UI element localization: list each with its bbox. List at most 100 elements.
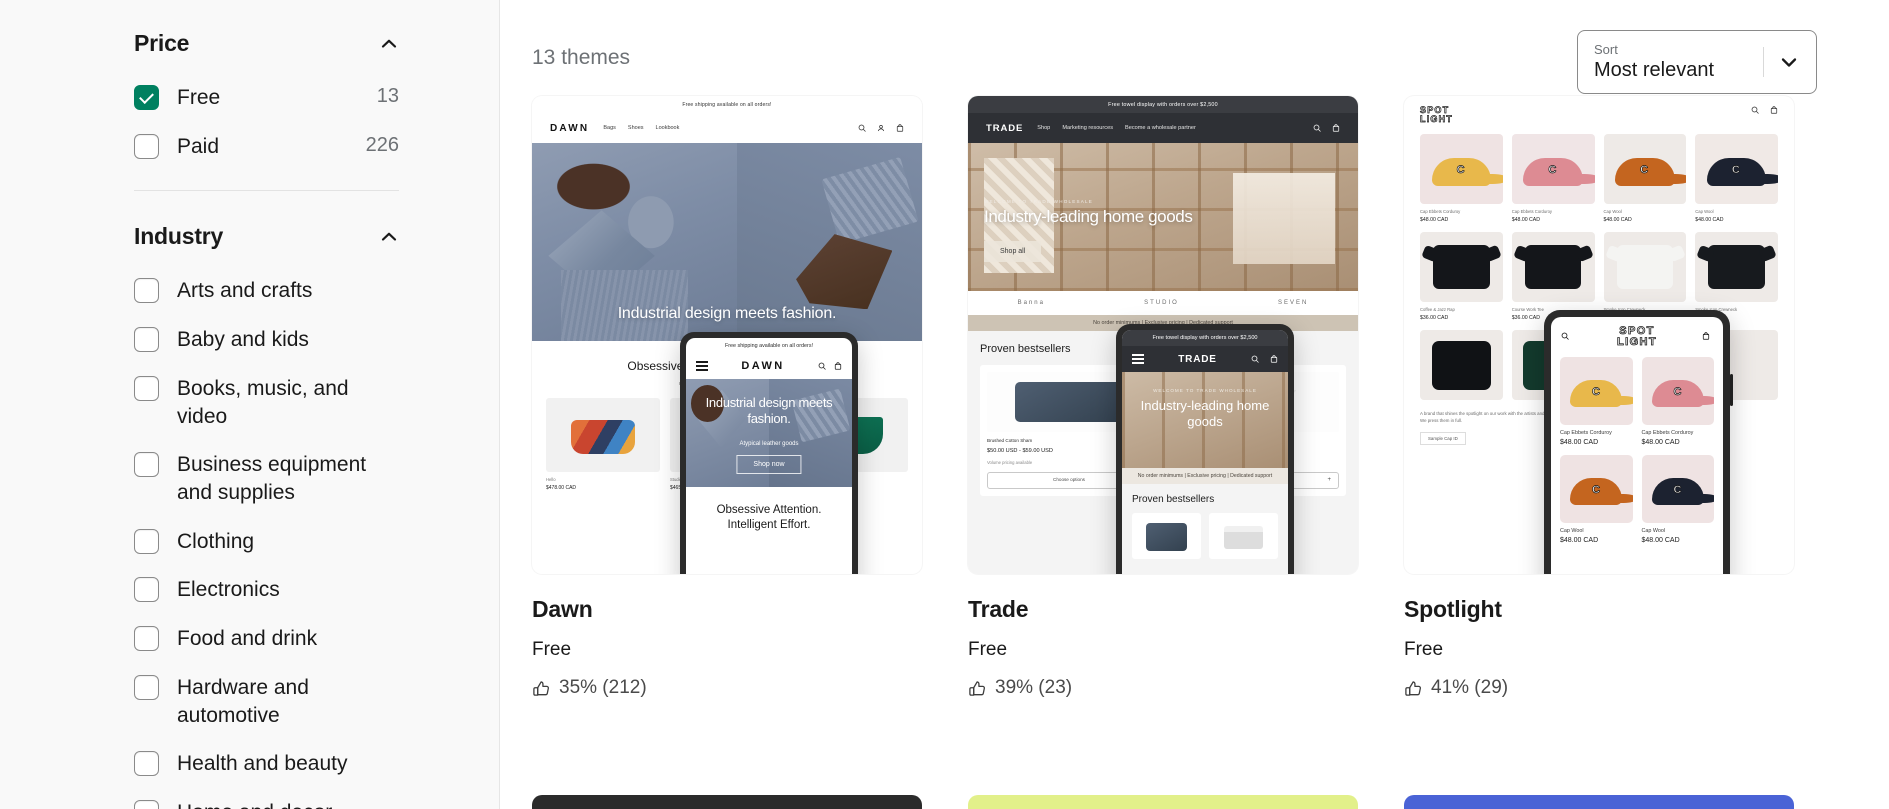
theme-preview-trade[interactable]: Free towel display with orders over $2,5…: [968, 96, 1358, 574]
spotlight-product-image: [1695, 232, 1778, 302]
cart-icon: [896, 124, 904, 132]
results-count: 13 themes: [532, 46, 631, 69]
filter-option-free[interactable]: Free 13: [134, 73, 399, 122]
filter-option-count: 226: [365, 133, 399, 156]
filter-option-clothing[interactable]: Clothing: [134, 517, 399, 566]
dawn-mobile-hero: Industrial design meets fashion. Atypica…: [686, 379, 852, 487]
results-header: 13 themes Sort Most relevant: [500, 0, 1889, 96]
spotlight-mobile-product-image: C: [1560, 357, 1633, 425]
spotlight-mobile-product: C Cap Ebbets Corduroy $48.00 CAD: [1641, 357, 1714, 446]
spotlight-navbar: SPOT LIGHT: [1404, 96, 1794, 134]
spotlight-mobile-product-image: C: [1641, 357, 1714, 425]
theme-card-peek[interactable]: [532, 795, 922, 809]
spotlight-product: C Cap Ebbets Corduroy $48.00 CAD: [1511, 134, 1595, 223]
filters-sidebar: Price Free 13 Paid 226 Industry Arts and…: [0, 0, 500, 809]
theme-price: Free: [1404, 639, 1444, 660]
theme-card-peek[interactable]: [968, 795, 1358, 809]
chevron-down-icon[interactable]: [1778, 51, 1800, 73]
spotlight-mobile-product: C Cap Wool $48.00 CAD: [1560, 455, 1633, 544]
chevron-up-icon[interactable]: [379, 227, 399, 247]
chevron-up-icon[interactable]: [379, 34, 399, 54]
theme-preview-spotlight[interactable]: SPOT LIGHT C Cap Ebbets Corduroy $48.00 …: [1404, 96, 1794, 574]
trade-mobile-announcement: Free towel display with orders over $2,5…: [1122, 330, 1288, 346]
spotlight-product: Smoke Icon Crewneck $72.00 CAD: [1603, 232, 1687, 321]
filter-option-label: Arts and crafts: [177, 279, 313, 303]
filter-option-baby-and-kids[interactable]: Baby and kids: [134, 315, 399, 364]
spotlight-mobile-grid: C Cap Ebbets Corduroy $48.00 CAD C Cap E…: [1551, 357, 1723, 544]
filter-header-industry[interactable]: Industry: [134, 217, 399, 266]
filter-option-electronics[interactable]: Electronics: [134, 565, 399, 614]
filter-option-label: Electronics: [177, 578, 280, 602]
results-area: 13 themes Sort Most relevant Free shippi…: [500, 0, 1889, 809]
filter-group-industry: Industry Arts and crafts Baby and kids B…: [134, 217, 399, 809]
sort-label: Sort: [1594, 41, 1618, 57]
trade-mobile-section-heading: Proven bestsellers: [1132, 494, 1215, 505]
theme-rating-value: 41% (29): [1431, 677, 1509, 698]
theme-card-peek[interactable]: [1404, 795, 1794, 809]
checkbox-baby-and-kids[interactable]: [134, 327, 159, 353]
checkbox-home-and-decor[interactable]: [134, 800, 159, 809]
checkbox-hardware-and-automotive[interactable]: [134, 674, 159, 700]
theme-card-spotlight[interactable]: SPOT LIGHT C Cap Ebbets Corduroy $48.00 …: [1404, 96, 1794, 699]
checkbox-books-music-and-video[interactable]: [134, 375, 159, 401]
dawn-logo: DAWN: [550, 122, 590, 134]
checkbox-food-and-drink[interactable]: [134, 626, 159, 652]
theme-card-dawn[interactable]: Free shipping available on all orders! D…: [532, 96, 922, 699]
trade-mobile-note: No order minimums | Exclusive pricing | …: [1122, 468, 1288, 484]
checkbox-electronics[interactable]: [134, 577, 159, 603]
spotlight-product-image: C: [1603, 134, 1687, 204]
filter-option-paid[interactable]: Paid 226: [134, 122, 399, 171]
checkbox-health-and-beauty[interactable]: [134, 751, 159, 777]
dawn-nav-link: Shoes: [627, 125, 644, 131]
theme-card-trade[interactable]: Free towel display with orders over $2,5…: [968, 96, 1358, 699]
filter-option-home-and-decor[interactable]: Home and decor: [134, 788, 399, 809]
trade-shop-all-button: Shop all: [984, 241, 1042, 262]
trade-nav-link: Marketing resources: [1062, 125, 1113, 131]
checkbox-business-equipment-and-supplies[interactable]: [134, 452, 159, 478]
spotlight-product-image: [1420, 330, 1503, 400]
sort-dropdown[interactable]: Sort Most relevant: [1577, 30, 1817, 94]
filter-option-arts-and-crafts[interactable]: Arts and crafts: [134, 266, 399, 315]
filter-option-label: Home and decor: [177, 798, 399, 809]
theme-preview-dawn[interactable]: Free shipping available on all orders! D…: [532, 96, 922, 574]
dawn-nav-link: Bags: [603, 125, 616, 131]
spotlight-mobile-navbar: SPOT LIGHT: [1551, 317, 1723, 357]
filter-option-business-equipment-and-supplies[interactable]: Business equipment and supplies: [134, 440, 399, 516]
sort-value: Most relevant: [1594, 59, 1715, 82]
checkbox-paid[interactable]: [134, 133, 159, 159]
dawn-mobile-shop-now-button: Shop now: [736, 455, 802, 474]
spotlight-product-price: $48.00 CAD: [1695, 217, 1724, 223]
thumbs-up-icon: [1404, 679, 1423, 698]
spotlight-product-price: $48.00 CAD: [1420, 217, 1449, 223]
filter-option-health-and-beauty[interactable]: Health and beauty: [134, 739, 399, 788]
filter-option-books-music-and-video[interactable]: Books, music, and video: [134, 364, 399, 440]
spotlight-mobile-product-price: $48.00 CAD: [1641, 439, 1680, 446]
cart-icon: [1332, 124, 1340, 132]
stepper-plus-icon: +: [1327, 477, 1331, 484]
search-icon: [1751, 106, 1759, 114]
trade-hero-heading: Industry-leading home goods: [984, 207, 1193, 226]
trade-mobile-eyebrow: WELCOME TO TRADE WHOLESALE: [1153, 388, 1257, 393]
dawn-mobile-section-heading: Obsessive Attention. Intelligent Effort.: [716, 504, 822, 532]
trade-mobile-logo: TRADE: [1178, 353, 1217, 365]
trade-mobile-section: Proven bestsellers: [1122, 484, 1288, 574]
spotlight-logo-line2: LIGHT: [1420, 114, 1453, 125]
dawn-announcement-bar: Free shipping available on all orders!: [532, 96, 922, 113]
checkbox-arts-and-crafts[interactable]: [134, 278, 159, 304]
dawn-nav-link: Lookbook: [655, 125, 680, 131]
filter-option-hardware-and-automotive[interactable]: Hardware and automotive: [134, 663, 399, 739]
thumbs-up-icon: [968, 679, 987, 698]
checkbox-free[interactable]: [134, 85, 159, 110]
theme-name: Spotlight: [1404, 596, 1502, 622]
theme-rating-value: 39% (23): [995, 677, 1073, 698]
spotlight-product: C Cap Wool $48.00 CAD: [1695, 134, 1778, 223]
trade-nav-links: Shop Marketing resources Become a wholes…: [1037, 125, 1196, 131]
spotlight-mobile-product: C Cap Wool $48.00 CAD: [1641, 455, 1714, 544]
spotlight-mobile-product-price: $48.00 CAD: [1641, 537, 1680, 544]
spotlight-product: Coffee & Jazz Rap $36.00 CAD: [1420, 232, 1503, 321]
search-icon: [1313, 124, 1321, 132]
trade-brand-row: Banna STUDIO SEVEN: [968, 291, 1358, 315]
checkbox-clothing[interactable]: [134, 528, 159, 554]
filter-header-price[interactable]: Price: [134, 24, 399, 73]
filter-option-food-and-drink[interactable]: Food and drink: [134, 614, 399, 663]
